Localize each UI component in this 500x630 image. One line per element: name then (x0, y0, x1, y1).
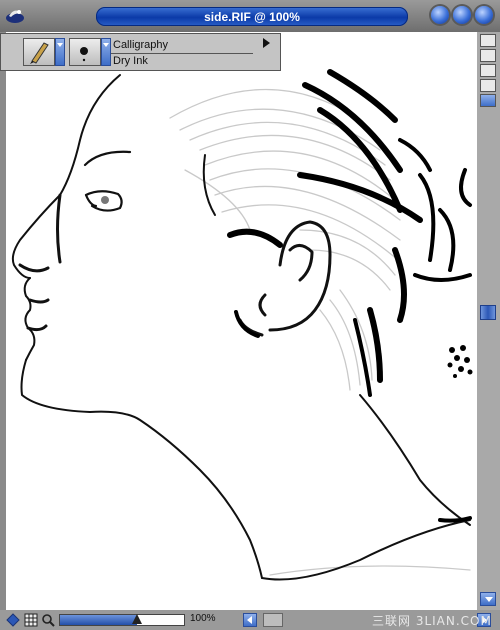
grid-view-icon[interactable] (480, 34, 496, 47)
window-title: side.RIF @ 100% (204, 10, 300, 24)
grid-icon[interactable] (24, 613, 38, 627)
document-window: side.RIF @ 100% Calligraphy Dry Ink 100%… (0, 0, 500, 630)
color-icon[interactable] (480, 79, 496, 92)
chevron-down-icon (103, 43, 109, 47)
brush-dropdown-button[interactable] (55, 38, 65, 66)
chevron-left-icon (247, 616, 252, 624)
navigator-icon[interactable] (6, 613, 20, 627)
zoom-level[interactable]: 100% (190, 613, 216, 624)
zoom-slider-fill (60, 615, 137, 625)
brush-variant-label[interactable]: Dry Ink (113, 55, 148, 67)
dab-dropdown-button[interactable] (101, 38, 111, 66)
square-frame-icon[interactable] (480, 64, 496, 77)
chevron-down-icon (485, 597, 493, 602)
brush-selector-button[interactable] (23, 38, 55, 66)
minimize-icon[interactable] (431, 6, 449, 24)
scroll-thumb[interactable] (480, 305, 496, 320)
magnifier-icon[interactable] (41, 613, 55, 627)
chevron-down-icon (57, 43, 63, 47)
dab-dot-icon (80, 47, 88, 62)
sketch-artwork (11, 69, 473, 581)
brush-category-label[interactable]: Calligraphy (113, 39, 168, 51)
menu-arrow-icon[interactable] (263, 38, 270, 48)
drawing-canvas[interactable] (6, 32, 477, 610)
scroll-left-button[interactable] (243, 613, 257, 627)
watermark: 三联网 3LIAN.COM (372, 614, 492, 628)
dab-type-button[interactable] (69, 38, 101, 66)
layers-icon[interactable] (480, 94, 496, 107)
maximize-icon[interactable] (453, 6, 471, 24)
layout-icon[interactable] (480, 49, 496, 62)
zoom-slider[interactable] (59, 614, 185, 626)
zoom-slider-thumb[interactable] (131, 614, 142, 624)
app-icon (6, 10, 24, 23)
close-icon[interactable] (475, 6, 493, 24)
calligraphy-pen-icon (30, 42, 49, 64)
scroll-down-button[interactable] (480, 592, 496, 606)
horizontal-scroll-thumb[interactable] (263, 613, 283, 627)
divider (111, 53, 253, 54)
brush-property-bar: Calligraphy Dry Ink (0, 33, 281, 71)
title-bar[interactable]: side.RIF @ 100% (0, 0, 500, 32)
vertical-scrollbar[interactable] (477, 32, 500, 610)
